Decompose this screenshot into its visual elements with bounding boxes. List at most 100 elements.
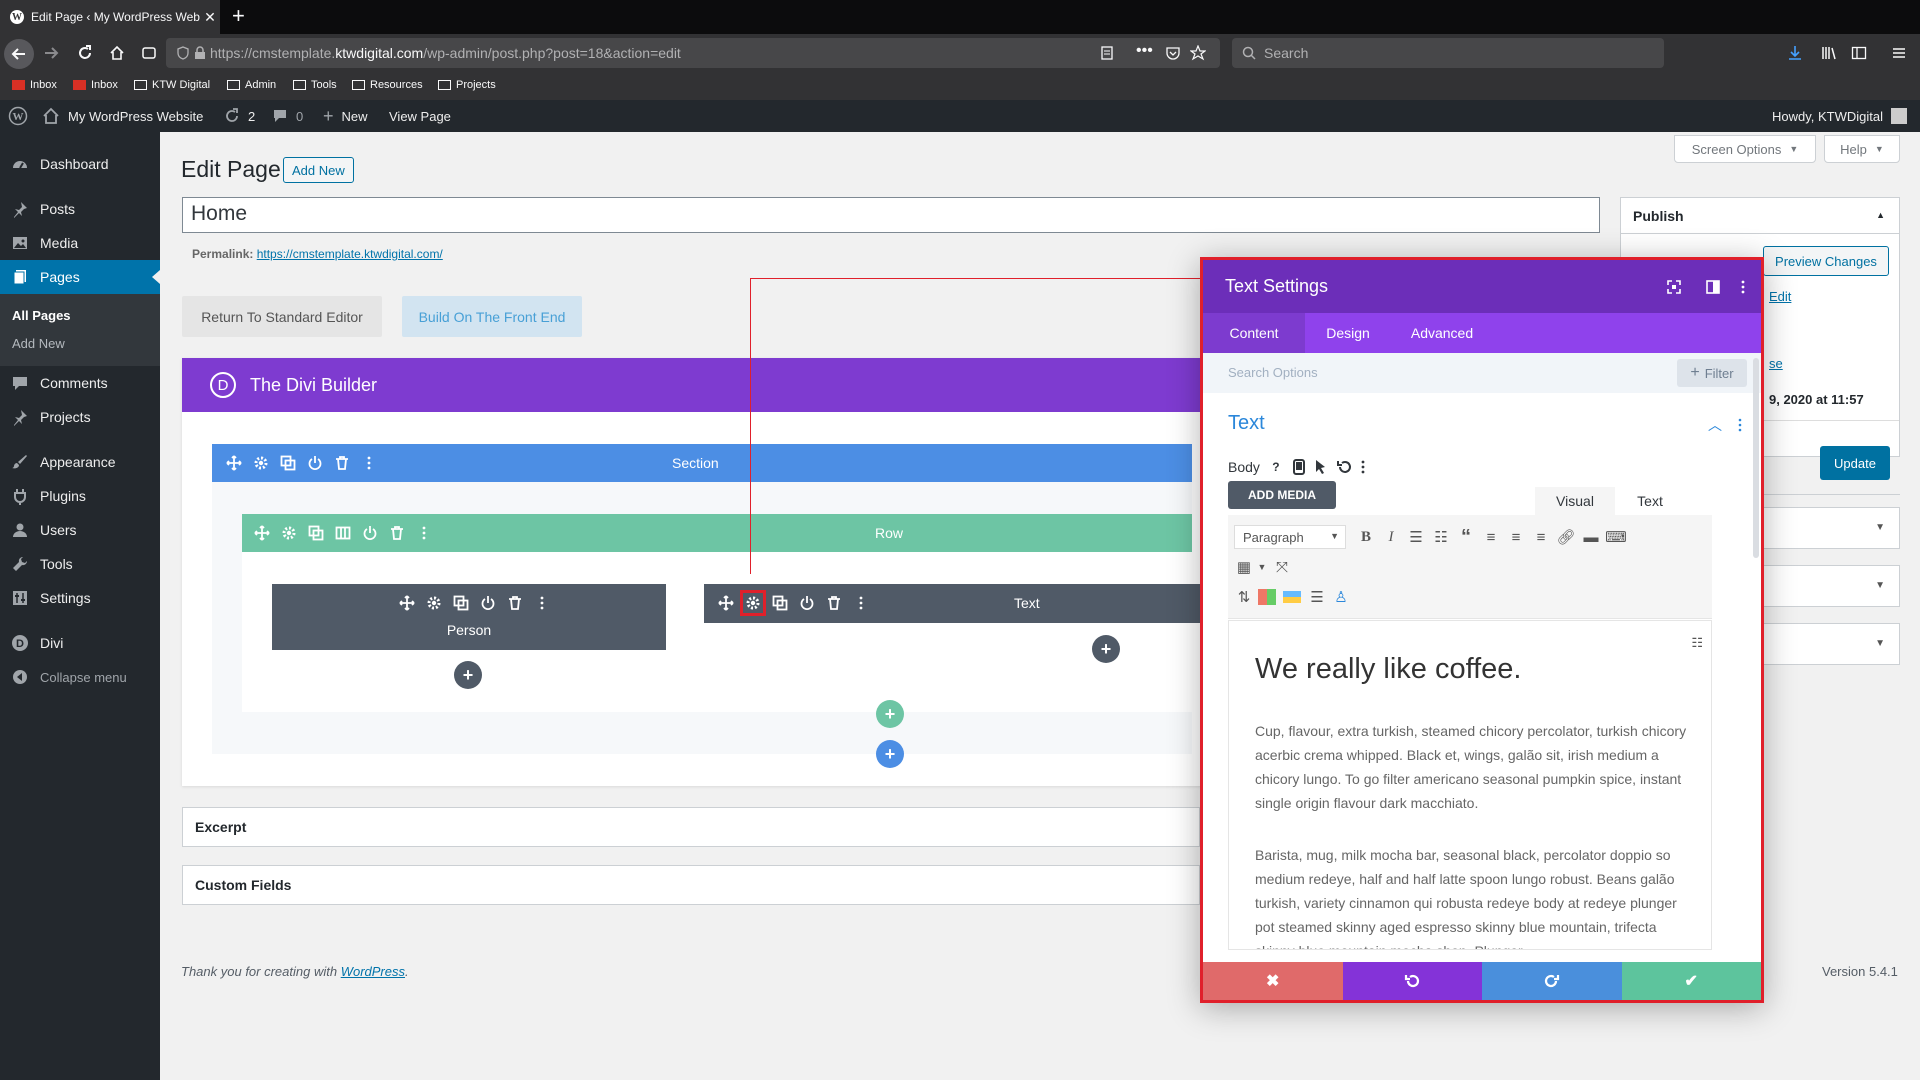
tab-design[interactable]: Design [1305,313,1391,353]
url-bar[interactable]: https://cmstemplate. ktwdigital.com/wp-ad… [166,38,1220,68]
trash-icon[interactable] [826,595,842,611]
back-button[interactable] [4,39,34,69]
trash-icon[interactable] [334,455,350,471]
redo-button[interactable] [1482,962,1622,1000]
tab-content[interactable]: Content [1203,313,1305,353]
sidebar-item-tools[interactable]: Tools [0,547,160,581]
sidebar-item-dashboard[interactable]: Dashboard [0,147,160,181]
options-search-input[interactable]: Search Options + Filter [1203,353,1761,393]
reader-view-icon[interactable] [1100,46,1114,60]
sidebar-toggle-button[interactable] [1846,40,1872,66]
section-bar[interactable]: Section [212,444,1192,482]
reload-button[interactable] [72,40,98,66]
browser-search-input[interactable]: Search [1232,38,1664,68]
italic-icon[interactable]: I [1381,527,1401,547]
move-icon[interactable] [254,525,270,541]
sidebar-item-projects[interactable]: Projects [0,400,160,434]
more-vertical-icon[interactable] [416,525,432,541]
power-icon[interactable] [480,595,496,611]
sidebar-item-plugins[interactable]: Plugins [0,479,160,513]
add-new-button[interactable]: Add New [283,157,354,183]
snap-sidebar-icon[interactable] [1706,280,1720,294]
text-group-title[interactable]: Text [1228,412,1265,435]
add-module-button-text[interactable]: + [1092,635,1120,663]
duplicate-icon[interactable] [772,595,788,611]
move-icon[interactable] [399,595,415,611]
submenu-add-new[interactable]: Add New [12,336,65,351]
columns-icon[interactable] [335,525,351,541]
more-vertical-icon[interactable] [361,455,377,471]
browser-tab[interactable]: W Edit Page ‹ My WordPress Webs ✕ [0,0,220,34]
library-button[interactable] [1816,40,1842,66]
sidebar-item-settings[interactable]: Settings [0,581,160,615]
sync-button[interactable] [136,40,162,66]
undo-button[interactable] [1342,962,1482,1000]
downloads-button[interactable] [1782,40,1808,66]
star-icon[interactable] [1190,45,1206,61]
discard-button[interactable]: ✖ [1203,962,1343,1000]
post-title-input[interactable]: Home [182,197,1600,233]
fullscreen-icon[interactable]: ⤧ [1272,557,1292,577]
format-select[interactable]: Paragraph ▼ [1234,525,1346,549]
bookmark-resources[interactable]: Resources [352,79,423,91]
gear-icon[interactable] [253,455,269,471]
screen-options-button[interactable]: Screen Options ▼ [1674,135,1816,163]
preview-changes-button[interactable]: Preview Changes [1763,246,1889,276]
rich-text-editor[interactable]: ☷ We really like coffee. Cup, flavour, e… [1228,620,1712,950]
chevron-up-icon[interactable]: ︿ [1708,415,1722,435]
add-media-button[interactable]: ADD MEDIA [1228,481,1336,509]
link-icon[interactable]: 🔗︎ [1556,527,1576,547]
sidebar-item-media[interactable]: Media [0,226,160,260]
my-account-link[interactable]: Howdy, KTWDigital [1772,100,1908,132]
mobile-icon[interactable] [1292,459,1306,475]
save-button[interactable]: ✔ [1621,962,1761,1000]
submenu-all-pages[interactable]: All Pages [12,308,71,323]
sidebar-item-users[interactable]: Users [0,513,160,547]
sidebar-item-pages[interactable]: Pages [0,260,160,294]
gear-icon[interactable] [281,525,297,541]
new-tab-button[interactable]: + [232,4,245,28]
home-button[interactable] [104,40,130,66]
row-bar[interactable]: Row [242,514,1192,552]
page-actions-icon[interactable]: ••• [1136,42,1153,60]
modal-scrollbar[interactable] [1753,358,1759,558]
comments-link[interactable]: 0 [272,100,303,132]
duplicate-icon[interactable] [453,595,469,611]
wp-logo-button[interactable]: W [8,100,28,132]
menu-button[interactable] [1886,40,1912,66]
sidebar-item-posts[interactable]: Posts [0,192,160,226]
blockquote-icon[interactable]: “ [1456,526,1476,548]
power-icon[interactable] [307,455,323,471]
updates-link[interactable]: 2 [224,100,255,132]
keyboard-icon[interactable]: ⌨ [1605,527,1627,547]
help-button[interactable]: Help ▼ [1824,135,1900,163]
trash-icon[interactable] [507,595,523,611]
cursor-icon[interactable] [1314,459,1328,475]
forward-button[interactable] [38,40,64,66]
bold-icon[interactable]: B [1356,527,1376,547]
return-standard-editor-button[interactable]: Return To Standard Editor [182,296,382,337]
highlight-icon[interactable] [1283,591,1301,603]
more-vertical-icon[interactable] [1737,418,1743,432]
read-more-icon[interactable]: ▬ [1581,527,1601,547]
edit-visibility-link[interactable]: se [1769,356,1783,371]
more-vertical-icon[interactable] [853,595,869,611]
new-content-link[interactable]: + New [323,100,368,132]
move-icon[interactable] [226,455,242,471]
tab-visual[interactable]: Visual [1535,487,1615,515]
permalink-link[interactable]: https://cmstemplate.ktwdigital.com/ [257,247,443,261]
more-vertical-icon[interactable] [534,595,550,611]
edit-status-link[interactable]: Edit [1769,289,1791,304]
publish-box-header[interactable]: Publish ▲ [1621,198,1899,234]
numbered-list-icon[interactable]: ☷ [1431,527,1451,547]
align-left-icon[interactable]: ≡ [1481,527,1501,547]
align-center-icon[interactable]: ≡ [1506,527,1526,547]
excerpt-metabox[interactable]: Excerpt [182,807,1200,847]
wordpress-link[interactable]: WordPress [341,964,405,979]
filter-button[interactable]: + Filter [1677,359,1747,387]
add-section-button[interactable]: + [876,740,904,768]
person-insert-icon[interactable]: ♙ [1331,587,1351,607]
more-vertical-icon[interactable] [1736,280,1750,294]
help-icon[interactable]: ? [1268,459,1284,475]
power-icon[interactable] [362,525,378,541]
